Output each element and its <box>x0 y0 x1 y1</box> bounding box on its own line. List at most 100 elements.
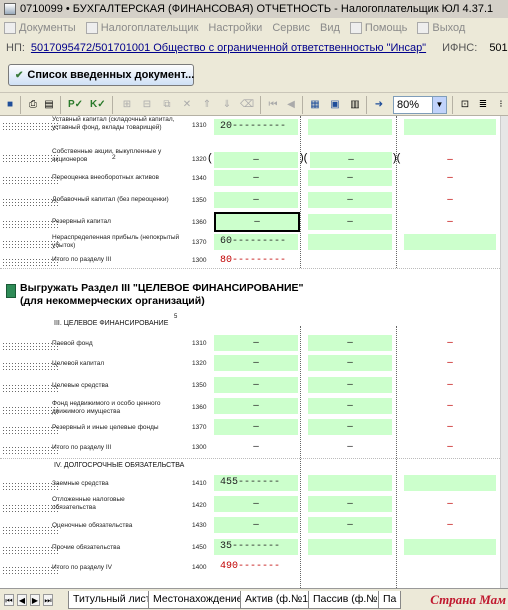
row-code: 1400 <box>192 564 207 571</box>
ifns-value: 5017 <box>489 42 508 54</box>
table-icon[interactable]: ▦ <box>308 98 322 112</box>
value-cell[interactable]: – <box>308 170 392 186</box>
row-code: 1410 <box>192 480 207 487</box>
more-icon[interactable]: ⁝ <box>494 98 508 112</box>
tab-title-page[interactable]: Титульный лист <box>68 591 156 609</box>
value-cell[interactable] <box>404 234 496 250</box>
value-cell[interactable]: – <box>214 335 298 351</box>
title-bar: 0710099 • БУХГАЛТЕРСКАЯ (ФИНАНСОВАЯ) ОТЧ… <box>0 0 508 18</box>
value-cell[interactable]: – <box>214 192 298 208</box>
value-cell[interactable]: – <box>214 517 298 533</box>
value-cell: – <box>253 441 259 452</box>
value-cell[interactable]: – <box>214 419 298 435</box>
value-cell[interactable]: – <box>308 355 392 371</box>
value-cell[interactable]: – <box>214 170 298 186</box>
row-code: 1320 <box>192 360 207 367</box>
value-cell[interactable]: – <box>308 496 392 512</box>
row-label: Фонд недвижимого и особо ценного движимо… <box>52 400 161 415</box>
tab-assets[interactable]: Актив (ф.№1) <box>240 591 317 609</box>
value-cell[interactable]: – <box>404 398 496 414</box>
value-cell[interactable]: – <box>308 517 392 533</box>
value-cell[interactable]: – <box>308 377 392 393</box>
paren-close: )( <box>393 152 401 164</box>
value-cell[interactable]: – <box>308 214 392 230</box>
check-all-icon[interactable]: K✓ <box>90 98 106 112</box>
value-cell[interactable]: 455------- <box>214 475 298 491</box>
value-cell[interactable]: – <box>308 335 392 351</box>
value-cell[interactable] <box>404 119 496 135</box>
value-cell[interactable]: 20--------- <box>214 119 298 135</box>
tab-next[interactable]: Па <box>378 591 402 609</box>
value-cell[interactable] <box>308 119 392 135</box>
np-label: НП: <box>6 42 25 54</box>
tab-location[interactable]: Местонахождение <box>148 591 248 609</box>
copy-row-icon[interactable]: ⧉ <box>160 98 174 112</box>
value-cell-selected[interactable]: – <box>214 212 300 232</box>
last-tab-icon[interactable]: ⏭ <box>43 594 53 606</box>
value-cell[interactable]: – <box>404 152 496 168</box>
value-cell[interactable]: – <box>310 152 392 168</box>
value-cell[interactable]: – <box>308 398 392 414</box>
menu-settings[interactable]: Настройки <box>208 22 262 34</box>
calendar-icon[interactable]: ▥ <box>348 98 362 112</box>
value-cell[interactable]: – <box>404 419 496 435</box>
calculator-icon[interactable]: ▣ <box>328 98 342 112</box>
value-cell[interactable]: – <box>404 496 496 512</box>
value-cell[interactable]: 60--------- <box>214 234 298 250</box>
menu-help[interactable]: Помощь <box>349 22 407 34</box>
value-cell[interactable]: – <box>214 355 298 371</box>
vertical-scrollbar[interactable] <box>500 116 508 588</box>
toolbar-separator <box>302 96 303 114</box>
doc-list-button[interactable]: ✔ Список введенных документ... <box>8 64 194 86</box>
menu-view[interactable]: Вид <box>320 22 340 34</box>
menu-documents[interactable]: Документы <box>4 22 76 34</box>
menu-service[interactable]: Сервис <box>272 22 310 34</box>
value-cell[interactable] <box>308 539 392 555</box>
value-cell[interactable]: – <box>404 335 496 351</box>
list-icon[interactable]: ≣ <box>476 98 490 112</box>
value-cell[interactable]: – <box>214 152 298 168</box>
row-code: 1320 <box>192 156 207 163</box>
value-cell[interactable] <box>404 475 496 491</box>
insert-row-icon[interactable]: ⊟ <box>140 98 154 112</box>
menu-exit[interactable]: Выход <box>417 22 465 34</box>
value-cell[interactable]: – <box>214 377 298 393</box>
value-cell[interactable]: – <box>308 192 392 208</box>
footnote-mark: 5 <box>174 314 178 320</box>
value-cell[interactable]: 35-------- <box>214 539 298 555</box>
check-form-icon[interactable]: P✓ <box>68 98 83 112</box>
chevron-down-icon[interactable]: ▼ <box>432 97 446 113</box>
save-icon[interactable]: ■ <box>3 98 17 112</box>
move-down-icon[interactable]: ⇓ <box>220 98 234 112</box>
print-icon[interactable]: ⎙ <box>26 98 40 112</box>
add-row-icon[interactable]: ⊞ <box>120 98 134 112</box>
value-cell[interactable]: – <box>308 419 392 435</box>
first-page-icon[interactable]: ⏮ <box>266 98 280 112</box>
layout-icon[interactable]: ⊡ <box>458 98 472 112</box>
value-cell[interactable] <box>404 539 496 555</box>
row-label: Заемные средства <box>52 480 109 487</box>
clear-icon[interactable]: ⌫ <box>240 98 254 112</box>
preview-icon[interactable]: ▤ <box>42 98 56 112</box>
next-tab-icon[interactable]: ▶ <box>30 594 40 606</box>
value-cell[interactable]: – <box>214 398 298 414</box>
value-cell[interactable]: – <box>404 170 496 186</box>
value-cell[interactable]: – <box>404 517 496 533</box>
value-cell[interactable]: – <box>404 377 496 393</box>
delete-row-icon[interactable]: ✕ <box>180 98 194 112</box>
value-cell[interactable] <box>308 475 392 491</box>
value-cell[interactable]: – <box>404 214 496 230</box>
move-up-icon[interactable]: ⇑ <box>200 98 214 112</box>
prev-page-icon[interactable]: ◀ <box>284 98 298 112</box>
first-tab-icon[interactable]: ⏮ <box>4 594 14 606</box>
value-cell[interactable]: – <box>404 192 496 208</box>
section-toggle-icon[interactable] <box>6 284 16 298</box>
value-cell[interactable]: – <box>214 496 298 512</box>
zoom-select[interactable]: 80% ▼ <box>393 96 447 114</box>
value-cell[interactable] <box>308 234 392 250</box>
np-link[interactable]: 5017095472/501701001 Общество с ограниче… <box>31 42 426 54</box>
prev-tab-icon[interactable]: ◀ <box>17 594 27 606</box>
value-cell[interactable]: – <box>404 355 496 371</box>
go-icon[interactable]: ➜ <box>372 98 386 112</box>
menu-taxpayer[interactable]: Налогоплательщик <box>85 22 198 34</box>
